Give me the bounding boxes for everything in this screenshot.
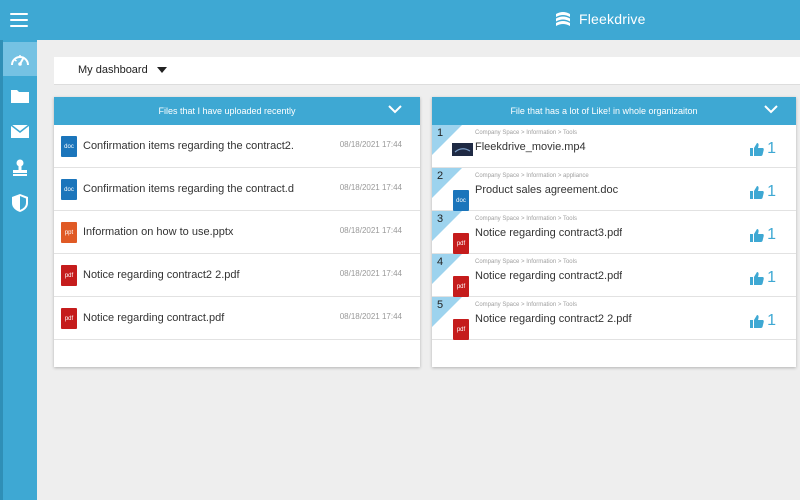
pdf-file-icon: pdf — [453, 276, 469, 297]
like-counter[interactable]: 1 — [750, 184, 776, 200]
doc-file-icon: doc — [61, 136, 77, 157]
thumbs-up-icon — [750, 185, 764, 199]
like-counter[interactable]: 1 — [750, 313, 776, 329]
file-name[interactable]: Notice regarding contract2 2.pdf — [475, 313, 632, 325]
like-count: 1 — [767, 140, 776, 157]
pdf-file-icon: pdf — [453, 319, 469, 340]
file-path: Company Space > Information > Tools — [475, 130, 577, 136]
recent-uploads-panel: Files that I have uploaded recently doc … — [54, 97, 420, 367]
video-thumbnail-icon — [452, 143, 473, 156]
rank-number: 2 — [437, 170, 444, 182]
sidebar-item-mail[interactable] — [3, 114, 37, 148]
chevron-down-icon[interactable] — [388, 105, 402, 114]
file-name[interactable]: Notice regarding contract.pdf — [83, 312, 311, 324]
most-liked-title: File that has a lot of Like! in whole or… — [510, 106, 698, 116]
folder-icon — [11, 89, 29, 103]
recent-file-row[interactable]: ppt Information on how to use.pptx 08/18… — [54, 211, 420, 254]
dashboard-header: My dashboard — [54, 57, 800, 85]
thumbs-up-icon — [750, 142, 764, 156]
dashboard-icon — [11, 55, 29, 66]
pdf-file-icon: pdf — [61, 308, 77, 329]
most-liked-panel: File that has a lot of Like! in whole or… — [432, 97, 796, 367]
file-name[interactable]: Fleekdrive_movie.mp4 — [475, 141, 586, 153]
recent-file-row[interactable]: pdf Notice regarding contract.pdf 08/18/… — [54, 297, 420, 340]
file-date: 08/18/2021 17:44 — [339, 269, 402, 278]
thumbs-up-icon — [750, 314, 764, 328]
dashboard-selector[interactable]: My dashboard — [78, 64, 167, 76]
recent-file-row[interactable]: doc Confirmation items regarding the con… — [54, 125, 420, 168]
liked-file-row[interactable]: 5 Company Space > Information > Tools pd… — [432, 297, 796, 340]
file-date: 08/18/2021 17:44 — [339, 140, 402, 149]
file-date: 08/18/2021 17:44 — [339, 226, 402, 235]
file-name[interactable]: Notice regarding contract2.pdf — [475, 270, 622, 282]
brand-logo[interactable]: Fleekdrive — [553, 9, 646, 29]
liked-file-row[interactable]: 3 Company Space > Information > Tools pd… — [432, 211, 796, 254]
like-count: 1 — [767, 226, 776, 243]
chevron-down-icon[interactable] — [764, 105, 778, 114]
brand-name: Fleekdrive — [579, 11, 646, 27]
most-liked-header: File that has a lot of Like! in whole or… — [432, 97, 796, 125]
sidebar-item-dashboard[interactable] — [3, 42, 37, 76]
sidebar — [0, 40, 37, 500]
file-name[interactable]: Confirmation items regarding the contrac… — [83, 183, 311, 195]
ppt-file-icon: ppt — [61, 222, 77, 243]
rank-number: 4 — [437, 256, 444, 268]
like-counter[interactable]: 1 — [750, 270, 776, 286]
shield-icon — [12, 194, 28, 212]
rank-number: 3 — [437, 213, 444, 225]
pdf-file-icon: pdf — [61, 265, 77, 286]
recent-file-row[interactable]: doc Confirmation items regarding the con… — [54, 168, 420, 211]
recent-uploads-header: Files that I have uploaded recently — [54, 97, 420, 125]
liked-file-row[interactable]: 2 Company Space > Information > applianc… — [432, 168, 796, 211]
file-name[interactable]: Confirmation items regarding the contrac… — [83, 140, 311, 152]
like-count: 1 — [767, 269, 776, 286]
mail-icon — [11, 124, 29, 138]
menu-icon[interactable] — [10, 13, 28, 27]
pdf-file-icon: pdf — [453, 233, 469, 254]
file-name[interactable]: Product sales agreement.doc — [475, 184, 618, 196]
thumbs-up-icon — [750, 271, 764, 285]
file-name[interactable]: Notice regarding contract3.pdf — [475, 227, 622, 239]
thumbs-up-icon — [750, 228, 764, 242]
like-count: 1 — [767, 183, 776, 200]
file-path: Company Space > Information > appliance — [475, 173, 589, 179]
dashboard-selector-label: My dashboard — [78, 64, 148, 76]
file-path: Company Space > Information > Tools — [475, 259, 577, 265]
file-path: Company Space > Information > Tools — [475, 302, 577, 308]
file-name[interactable]: Notice regarding contract2 2.pdf — [83, 269, 311, 281]
doc-file-icon: doc — [61, 179, 77, 200]
rank-number: 5 — [437, 299, 444, 311]
like-count: 1 — [767, 312, 776, 329]
recent-uploads-title: Files that I have uploaded recently — [158, 106, 296, 116]
stamp-icon — [13, 159, 27, 176]
liked-file-row[interactable]: 1 Company Space > Information > Tools Fl… — [432, 125, 796, 168]
like-counter[interactable]: 1 — [750, 141, 776, 157]
file-name[interactable]: Information on how to use.pptx — [83, 226, 311, 238]
sidebar-item-files[interactable] — [3, 78, 37, 112]
doc-file-icon: doc — [453, 190, 469, 211]
sidebar-item-security[interactable] — [3, 186, 37, 220]
like-counter[interactable]: 1 — [750, 227, 776, 243]
file-path: Company Space > Information > Tools — [475, 216, 577, 222]
file-date: 08/18/2021 17:44 — [339, 183, 402, 192]
file-date: 08/18/2021 17:44 — [339, 312, 402, 321]
rank-number: 1 — [437, 127, 444, 139]
fleekdrive-logo-icon — [556, 12, 570, 26]
recent-file-row[interactable]: pdf Notice regarding contract2 2.pdf 08/… — [54, 254, 420, 297]
liked-file-row[interactable]: 4 Company Space > Information > Tools pd… — [432, 254, 796, 297]
sidebar-item-approval[interactable] — [3, 150, 37, 184]
top-bar: Fleekdrive — [0, 0, 800, 40]
caret-down-icon — [156, 67, 167, 73]
